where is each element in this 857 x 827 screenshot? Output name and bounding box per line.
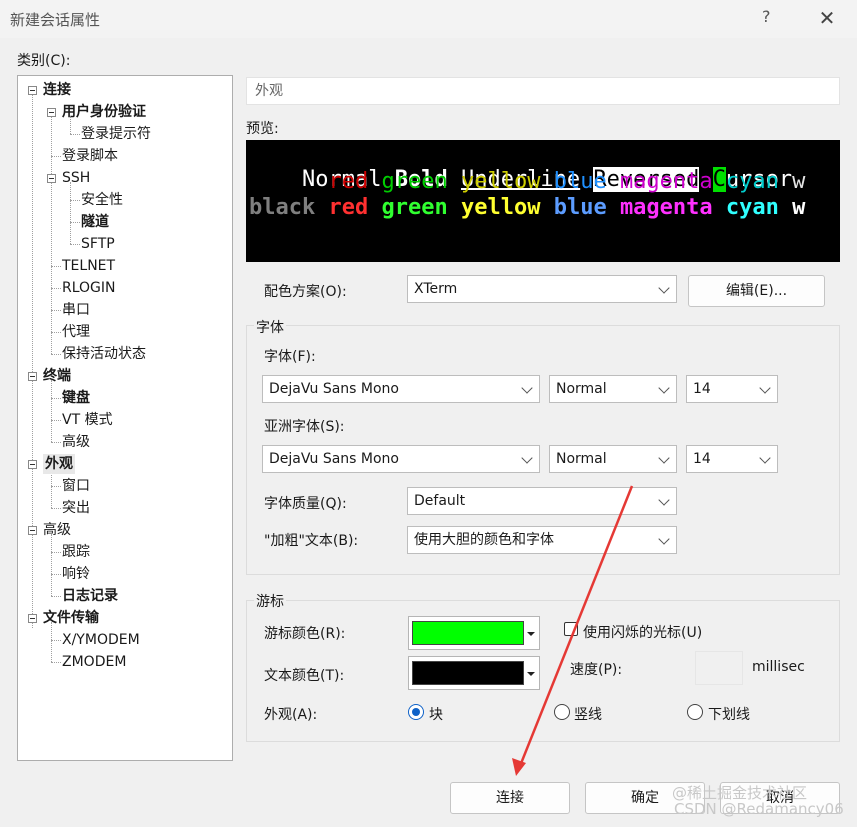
annotation-arrow — [512, 485, 634, 776]
watermark-csdn: CSDN @Redamancy06 — [674, 800, 844, 818]
